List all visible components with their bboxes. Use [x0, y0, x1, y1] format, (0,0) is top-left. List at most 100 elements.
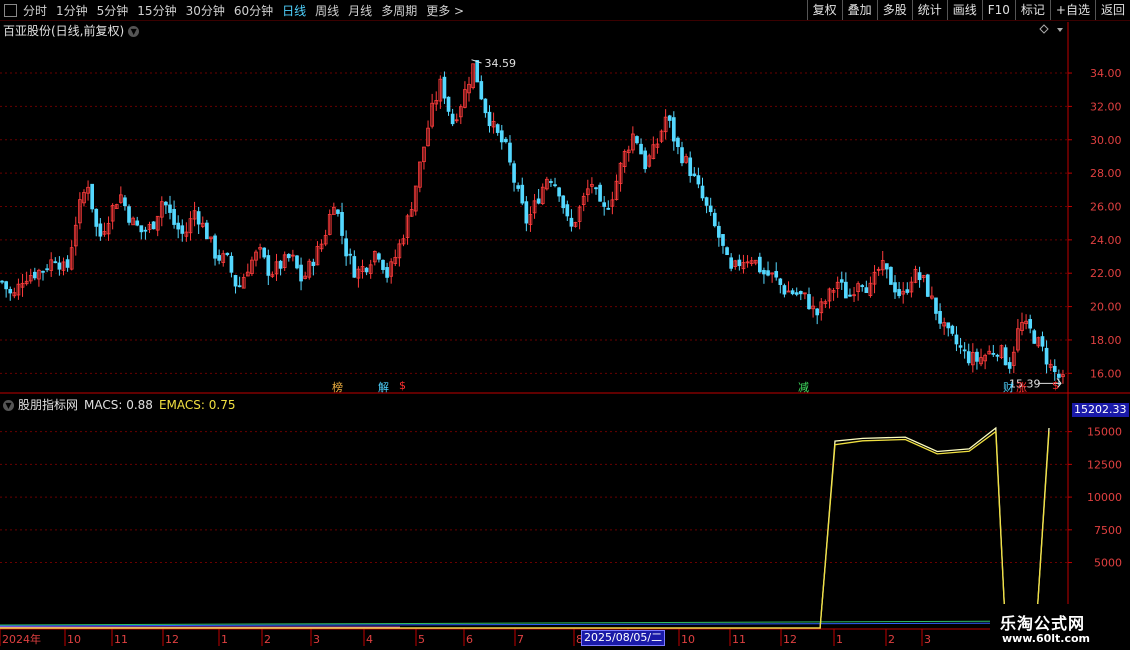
candle-body: [569, 217, 574, 227]
candle-body: [180, 225, 185, 234]
candle-body: [643, 150, 647, 170]
candle-body: [508, 142, 512, 163]
candle-body: [762, 269, 766, 275]
candle-body: [729, 257, 733, 269]
candle-body: [991, 352, 996, 355]
watermark-title: 乐淘公式网: [1000, 614, 1086, 633]
candle-body: [671, 117, 676, 142]
candle-body: [487, 111, 492, 127]
marker-unlock[interactable]: 解: [378, 379, 389, 395]
candle-body: [483, 98, 488, 114]
dropdown-icon: [1057, 28, 1063, 32]
candle-body: [225, 252, 230, 256]
candle-body: [889, 266, 893, 285]
price-tick-label: 34.00: [1090, 67, 1122, 80]
candle-body: [94, 208, 99, 227]
candle-body: [495, 124, 500, 133]
candle-body: [504, 138, 508, 143]
candle-body: [1003, 347, 1008, 366]
candle-body: [794, 292, 799, 295]
date-label: 3: [313, 633, 320, 646]
candle-body: [917, 272, 922, 281]
date-label: 5: [418, 633, 425, 646]
price-chart[interactable]: 16.00 18.00 20.00 22.00 24.00 26.00 28.00 30.00…: [0, 0, 1130, 650]
candle-body: [758, 256, 762, 273]
candle-body: [962, 349, 967, 352]
emacs-label: EMACS: 0.75: [158, 398, 236, 412]
candle-body: [176, 222, 181, 230]
candle-body: [41, 270, 45, 273]
candle-body: [237, 285, 242, 288]
candle-body: [32, 271, 37, 279]
date-label: 12: [165, 633, 179, 646]
candle-body: [798, 291, 803, 295]
candle-body: [262, 247, 267, 258]
candle-body: [311, 261, 316, 267]
marker-reduce[interactable]: 减: [798, 379, 809, 395]
date-label: 11: [114, 633, 128, 646]
indicator-name: 股朋指标网: [18, 398, 79, 412]
indicator-series-macs: [0, 426, 1050, 629]
candle-body: [766, 270, 770, 276]
date-label: 10: [67, 633, 81, 646]
candle-body: [549, 181, 553, 183]
candle-body: [385, 267, 389, 278]
candle-body: [286, 253, 291, 259]
candle-body: [364, 267, 369, 273]
candle-body: [594, 187, 598, 190]
candle-body: [479, 81, 484, 100]
candle-body: [692, 173, 697, 177]
candle-body: [1052, 365, 1057, 372]
candle-body: [8, 288, 13, 294]
candle-body: [946, 322, 951, 329]
date-label: 1: [836, 633, 843, 646]
candle-body: [233, 275, 238, 287]
candle-body: [53, 261, 58, 264]
chevron-down-icon[interactable]: ▼: [3, 400, 14, 411]
candle-body: [557, 187, 561, 197]
candle-body: [565, 204, 570, 217]
price-tick-label: 30.00: [1090, 134, 1122, 147]
price-tick-label: 26.00: [1090, 200, 1122, 213]
marker-dollar[interactable]: $: [399, 379, 406, 392]
marker-finance[interactable]: 财: [1003, 379, 1014, 395]
candle-body: [717, 225, 721, 238]
price-tick-label: 16.00: [1090, 367, 1122, 380]
candle-body: [381, 259, 385, 270]
candle-body: [844, 281, 848, 299]
candle-body: [442, 76, 447, 99]
candle-body: [516, 185, 520, 189]
candle-body: [446, 96, 451, 112]
candle-body: [278, 260, 283, 269]
marker-rank[interactable]: 榜: [332, 379, 343, 395]
candle-body: [295, 255, 299, 269]
candle-body: [172, 209, 176, 225]
candle-body: [807, 294, 811, 310]
candle-body: [848, 294, 852, 297]
candle-body: [499, 130, 504, 143]
watermark-url: www.60lt.com: [1002, 632, 1091, 645]
candle-body: [135, 220, 140, 226]
macs-label: MACS: 0.88: [84, 398, 153, 412]
price-tick-label: 22.00: [1090, 267, 1122, 280]
date-label: 6: [466, 633, 473, 646]
candle-body: [196, 211, 201, 225]
marker-rise[interactable]: 涨: [1016, 379, 1027, 395]
candle-body: [708, 205, 713, 213]
price-tick-label: 32.00: [1090, 100, 1122, 113]
candle-body: [975, 351, 979, 362]
indicator-current-value: 15202.33: [1072, 403, 1129, 417]
candle-body: [553, 184, 557, 187]
indicator-title[interactable]: ▼ 股朋指标网 MACS: 0.88 EMACS: 0.75: [3, 396, 235, 413]
candle-body: [344, 238, 348, 257]
candle-body: [65, 259, 70, 268]
candle-body: [712, 212, 717, 227]
candle-body: [839, 279, 844, 283]
candle-body: [635, 136, 639, 144]
candle-body: [639, 143, 643, 155]
marker-dollar-2[interactable]: $: [1052, 379, 1059, 392]
candle-body: [897, 289, 901, 297]
candle-body: [676, 137, 680, 148]
date-label: 4: [366, 633, 373, 646]
candle-body: [598, 184, 602, 202]
